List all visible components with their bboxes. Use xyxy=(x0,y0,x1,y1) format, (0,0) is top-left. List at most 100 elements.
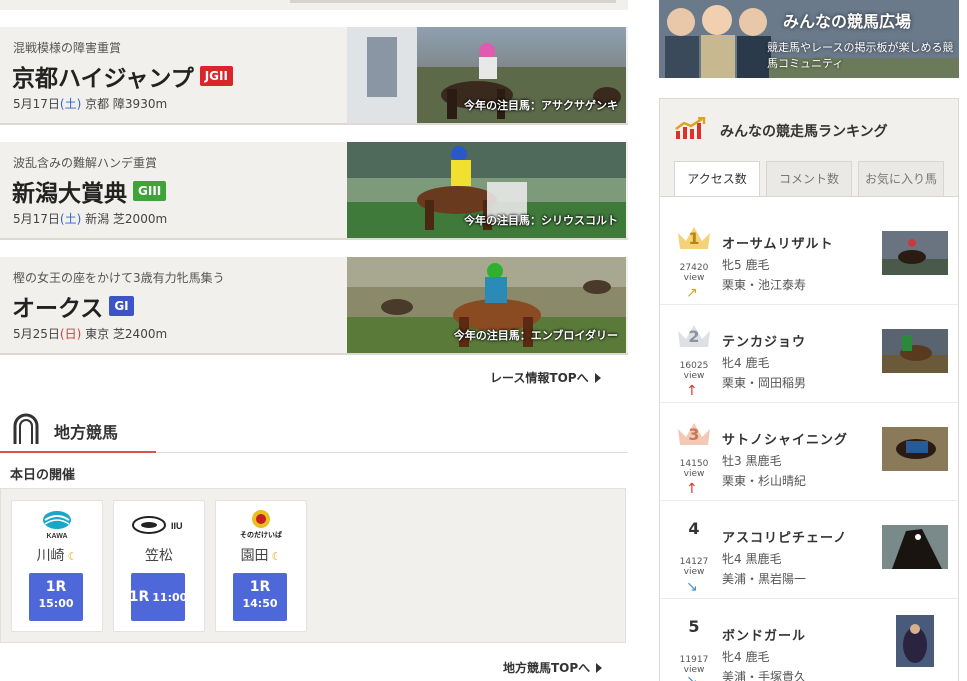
divider xyxy=(290,0,616,3)
race-number: 1R xyxy=(128,589,150,605)
race-photo[interactable]: 今年の注目馬：エンブロイダリー xyxy=(347,257,626,353)
ranking-item[interactable]: 4 14127 view ↘ アスコリピチェーノ 牝4 黒鹿毛 美浦・黒岩陽一 xyxy=(660,501,958,599)
race-button[interactable]: 1R 14:50 xyxy=(233,573,287,621)
horse-sex-color: 牝4 黒鹿毛 xyxy=(722,552,782,566)
horse-name: ボンドガール xyxy=(722,629,807,644)
trend-up-icon: ↑ xyxy=(686,383,698,399)
horse-trainer: 美浦・手塚貴久 xyxy=(722,670,807,681)
chiho-section-header: 地方競馬 xyxy=(0,405,628,453)
view-count: 14127 view xyxy=(674,557,714,577)
race-time: 15:00 xyxy=(38,597,74,610)
horse-name: オーサムリザルト xyxy=(722,237,834,252)
view-count-number: 14127 xyxy=(679,557,709,567)
race-info-top-link[interactable]: レース情報TOPへ xyxy=(490,369,601,386)
race-subtitle: 波乱含みの難解ハンデ重賞 xyxy=(13,156,158,170)
race-photo[interactable]: 今年の注目馬：アサクサゲンキ xyxy=(347,27,626,123)
race-date: 5月17日 xyxy=(13,97,60,111)
race-card[interactable]: 波乱含みの難解ハンデ重賞 新潟大賞典 GIII 5月17日(土) 新潟 芝200… xyxy=(0,142,628,240)
ranking-item[interactable]: 1 27420 view ↗ オーサムリザルト 牝5 鹿毛 栗東・池江泰寿 xyxy=(660,207,958,305)
tab-comments[interactable]: コメント数 xyxy=(766,161,852,197)
venue-name: 川崎 ☾ xyxy=(12,545,102,565)
race-time: 14:50 xyxy=(242,597,278,610)
ranking-item[interactable]: 3 14150 view ↑ サトノシャイニング 牡3 黒鹿毛 栗東・杉山晴紀 xyxy=(660,403,958,501)
view-count: 27420 view xyxy=(674,263,714,283)
horse-sex-color: 牝4 鹿毛 xyxy=(722,650,770,664)
race-button[interactable]: 1R 15:00 xyxy=(29,573,83,621)
view-unit: view xyxy=(683,567,705,577)
venue-card-sonoda[interactable]: そのだけいば 園田 ☾ 1R 14:50 xyxy=(215,500,307,632)
view-count-number: 27420 xyxy=(679,263,709,273)
link-text: レース情報TOPへ xyxy=(490,371,589,385)
horse-thumbnail-image xyxy=(882,231,948,275)
race-name: 新潟大賞典 xyxy=(12,181,127,207)
venue-card-kawasaki[interactable]: KAWA 川崎 ☾ 1R 15:00 xyxy=(11,500,103,632)
photo-caption: 今年の注目馬：エンブロイダリー xyxy=(453,329,618,342)
race-subtitle: 樫の女王の座をかけて3歳有力牝馬集う xyxy=(13,271,225,285)
race-weekday: (土) xyxy=(59,212,82,226)
venue-name: 笠松 xyxy=(114,545,204,565)
race-subtitle: 混戦模様の障害重賞 xyxy=(13,41,122,55)
race-date: 5月17日 xyxy=(13,212,60,226)
ranking-panel: みんなの競走馬ランキング アクセス数 コメント数 お気に入り馬 1 27420 v… xyxy=(659,98,959,681)
horse-thumbnail[interactable] xyxy=(882,329,948,373)
venue-card-kasamatsu[interactable]: IIU 笠松 1R 11:00 xyxy=(113,500,205,632)
chiho-top-link[interactable]: 地方競馬TOPへ xyxy=(503,659,603,676)
race-date: 5月25日 xyxy=(13,327,60,341)
ranking-chart-icon xyxy=(675,117,706,139)
race-venue-course: 東京 芝2400m xyxy=(85,327,168,341)
kasamatsu-logo-icon: IIU xyxy=(132,516,183,534)
grade-badge: JGII xyxy=(199,66,233,86)
kawasaki-logo: KAWA xyxy=(12,509,102,541)
venue-name: 園田 ☾ xyxy=(216,545,306,565)
ranking-item[interactable]: 5 11917 view ↘ ボンドガール 牝4 鹿毛 美浦・手塚貴久 xyxy=(660,599,958,681)
horse-trainer: 美浦・黒岩陽一 xyxy=(722,572,807,586)
trend-down-right-icon: ↘ xyxy=(686,579,698,595)
night-race-icon: ☾ xyxy=(67,550,78,563)
venue-name-text: 笠松 xyxy=(145,548,173,564)
race-title: オークス GI xyxy=(12,289,134,323)
view-count-number: 14150 xyxy=(679,459,709,469)
view-unit: view xyxy=(683,273,705,283)
sonoda-logo-icon: そのだけいば xyxy=(237,510,285,539)
race-venue-course: 新潟 芝2000m xyxy=(85,212,168,226)
horse-trainer: 栗東・杉山晴紀 xyxy=(722,474,807,488)
grade-badge: GIII xyxy=(133,181,167,201)
triangle-right-icon xyxy=(594,372,601,383)
svg-text:IIU: IIU xyxy=(171,521,183,531)
view-count-number: 11917 xyxy=(679,655,709,665)
view-count: 14150 view xyxy=(674,459,714,479)
community-banner[interactable]: みんなの競馬広場 競走馬やレースの掲示板が楽しめる競馬コミュニティ xyxy=(659,0,959,78)
venue-name-text: 川崎 xyxy=(36,548,65,564)
race-venue-course: 京都 障3930m xyxy=(85,97,168,111)
horse-thumbnail[interactable] xyxy=(882,231,948,275)
tab-access[interactable]: アクセス数 xyxy=(674,161,760,197)
triangle-right-icon xyxy=(596,662,603,673)
horse-trainer: 栗東・池江泰寿 xyxy=(722,278,807,292)
race-weekday: (土) xyxy=(59,97,82,111)
rank-number: 1 xyxy=(688,229,700,248)
trend-up-icon: ↑ xyxy=(686,481,698,497)
sonoda-logo: そのだけいば xyxy=(216,509,306,541)
photo-caption: 今年の注目馬：シリウスコルト xyxy=(464,214,618,227)
rank-number: 3 xyxy=(688,425,700,444)
ranking-item[interactable]: 2 16025 view ↑ テンカジョウ 牝4 鹿毛 栗東・岡田稲男 xyxy=(660,305,958,403)
race-button[interactable]: 1R 11:00 xyxy=(128,573,187,621)
race-card[interactable]: 混戦模様の障害重賞 京都ハイジャンプ JGII 5月17日(土) 京都 障393… xyxy=(0,27,628,125)
ranking-header: みんなの競走馬ランキング xyxy=(660,99,958,157)
link-text: 地方競馬TOPへ xyxy=(503,661,591,675)
horse-thumbnail[interactable] xyxy=(896,615,934,667)
horse-thumbnail[interactable] xyxy=(882,525,948,569)
race-photo[interactable]: 今年の注目馬：シリウスコルト xyxy=(347,142,626,238)
race-card[interactable]: 樫の女王の座をかけて3歳有力牝馬集う オークス GI 5月25日(日) 東京 芝… xyxy=(0,257,628,355)
tab-favorites[interactable]: お気に入り馬 xyxy=(858,161,944,197)
ranking-list: 1 27420 view ↗ オーサムリザルト 牝5 鹿毛 栗東・池江泰寿 2 1… xyxy=(660,196,958,681)
photo-caption: 今年の注目馬：アサクサゲンキ xyxy=(464,99,618,112)
rank-number: 5 xyxy=(688,617,700,636)
race-title: 京都ハイジャンプ JGII xyxy=(12,59,233,93)
view-count-number: 16025 xyxy=(679,361,709,371)
horse-thumbnail[interactable] xyxy=(882,427,948,471)
kasamatsu-logo: IIU xyxy=(114,509,204,541)
view-count: 16025 view xyxy=(674,361,714,381)
ranking-tabs: アクセス数 コメント数 お気に入り馬 xyxy=(674,161,958,197)
venue-list: KAWA 川崎 ☾ 1R 15:00 IIU 笠松 1R 11:00 そのだけい… xyxy=(0,488,626,643)
